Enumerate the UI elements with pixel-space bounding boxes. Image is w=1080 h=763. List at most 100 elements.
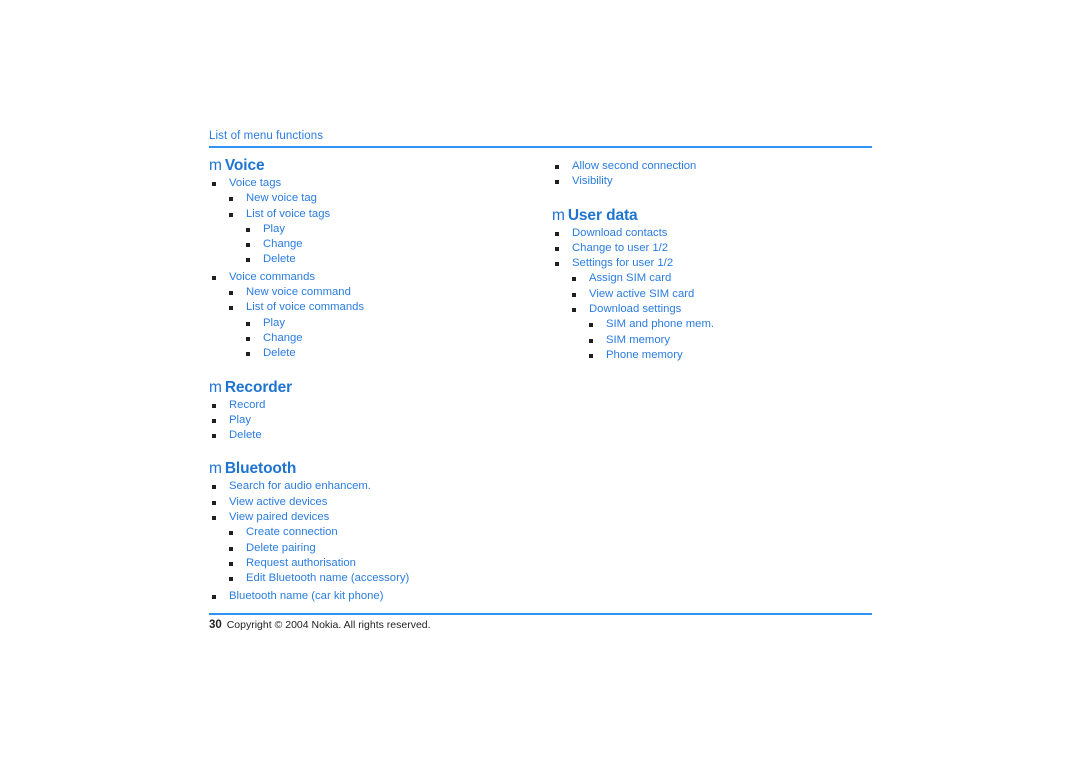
menu-list-level-3: Play Change Delete bbox=[209, 222, 549, 268]
menu-list-level-3: Play Change Delete bbox=[209, 316, 549, 362]
menu-item[interactable]: Voice tags bbox=[209, 176, 549, 191]
menu-item-label: Delete bbox=[263, 347, 296, 360]
menu-item-label: Play bbox=[263, 316, 285, 329]
square-bullet-icon bbox=[246, 258, 250, 263]
square-bullet-icon bbox=[212, 594, 216, 599]
square-bullet-icon bbox=[572, 277, 576, 282]
menu-list-level-1: Download contacts Change to user 1/2 Setti… bbox=[552, 226, 892, 272]
menu-item-label: New voice command bbox=[246, 286, 351, 299]
menu-item-label: Change bbox=[263, 238, 303, 251]
section-heading-label: User data bbox=[567, 206, 638, 224]
menu-item[interactable]: View active SIM card bbox=[552, 287, 892, 302]
menu-item-label: Allow second connection bbox=[572, 160, 697, 172]
menu-list-level-2: Create connection Delete pairing Request a… bbox=[209, 525, 549, 586]
menu-list-level-3: SIM and phone mem. SIM memory Phone memory bbox=[552, 317, 892, 363]
menu-item-label: Change to user 1/2 bbox=[572, 241, 669, 254]
menu-item[interactable]: Settings for user 1/2 bbox=[552, 256, 892, 271]
square-bullet-icon bbox=[589, 353, 593, 358]
square-bullet-icon bbox=[229, 212, 233, 217]
menu-list-level-1: Record Play Delete bbox=[209, 398, 549, 444]
menu-glyph-icon: m bbox=[209, 460, 222, 478]
menu-item[interactable]: Delete bbox=[209, 428, 549, 443]
right-column: Allow second connection Visibility m User d… bbox=[552, 157, 892, 363]
menu-item-label: SIM and phone mem. bbox=[606, 318, 715, 331]
menu-item[interactable]: Request authorisation bbox=[209, 556, 549, 571]
menu-item[interactable]: Change bbox=[209, 237, 549, 252]
menu-item[interactable]: Create connection bbox=[209, 525, 549, 540]
menu-item[interactable]: Search for audio enhancem. bbox=[209, 479, 549, 494]
menu-list-level-1: Allow second connection Visibility bbox=[552, 159, 892, 190]
footer-rule bbox=[209, 613, 872, 615]
menu-item[interactable]: Voice commands bbox=[209, 270, 549, 285]
menu-item[interactable]: Record bbox=[209, 398, 549, 413]
section-heading: m Bluetooth bbox=[209, 460, 549, 477]
continued-menu-section: Allow second connection Visibility bbox=[552, 159, 892, 190]
menu-item-label: Search for audio enhancem. bbox=[229, 480, 371, 493]
section-heading: m User data bbox=[552, 207, 892, 224]
menu-item[interactable]: List of voice tags bbox=[209, 207, 549, 222]
menu-item[interactable]: Phone memory bbox=[552, 348, 892, 363]
square-bullet-icon bbox=[246, 336, 250, 341]
square-bullet-icon bbox=[246, 227, 250, 232]
square-bullet-icon bbox=[555, 246, 559, 251]
square-bullet-icon bbox=[555, 231, 559, 236]
menu-item-label: List of voice commands bbox=[246, 301, 365, 314]
copyright-notice: Copyright © 2004 Nokia. All rights reser… bbox=[226, 619, 431, 631]
menu-item[interactable]: List of voice commands bbox=[209, 300, 549, 315]
menu-item-label: Play bbox=[263, 222, 285, 235]
menu-item-label: Delete bbox=[229, 429, 262, 442]
menu-item-label: Phone memory bbox=[606, 348, 683, 361]
menu-item-label: SIM memory bbox=[606, 333, 671, 346]
menu-item[interactable]: Download settings bbox=[552, 302, 892, 317]
square-bullet-icon bbox=[572, 308, 576, 313]
menu-item[interactable]: New voice tag bbox=[209, 191, 549, 206]
menu-item[interactable]: Bluetooth name (car kit phone) bbox=[209, 589, 549, 604]
square-bullet-icon bbox=[212, 516, 216, 521]
menu-glyph-icon: m bbox=[552, 206, 565, 224]
menu-item[interactable]: Visibility bbox=[552, 174, 892, 189]
menu-item[interactable]: Play bbox=[209, 316, 549, 331]
menu-item[interactable]: Delete bbox=[209, 252, 549, 267]
square-bullet-icon bbox=[212, 500, 216, 505]
menu-glyph-icon: m bbox=[209, 157, 222, 174]
menu-item[interactable]: New voice command bbox=[209, 285, 549, 300]
menu-item[interactable]: Delete bbox=[209, 346, 549, 361]
square-bullet-icon bbox=[229, 561, 233, 566]
menu-item-label: View paired devices bbox=[229, 511, 330, 524]
menu-item[interactable]: Delete pairing bbox=[209, 541, 549, 556]
square-bullet-icon bbox=[555, 180, 559, 185]
menu-item-label: Play bbox=[229, 413, 251, 426]
menu-item[interactable]: Play bbox=[209, 222, 549, 237]
menu-item[interactable]: SIM and phone mem. bbox=[552, 317, 892, 332]
menu-item[interactable]: SIM memory bbox=[552, 333, 892, 348]
menu-item-label: Delete pairing bbox=[246, 541, 316, 554]
header-rule bbox=[209, 146, 872, 148]
square-bullet-icon bbox=[589, 323, 593, 328]
menu-item[interactable]: Change bbox=[209, 331, 549, 346]
square-bullet-icon bbox=[229, 531, 233, 536]
square-bullet-icon bbox=[229, 197, 233, 202]
menu-item[interactable]: Change to user 1/2 bbox=[552, 241, 892, 256]
menu-item[interactable]: Play bbox=[209, 413, 549, 428]
square-bullet-icon bbox=[229, 306, 233, 311]
section-heading-label: Voice bbox=[224, 157, 265, 174]
menu-section: m Bluetooth Search for audio enhancem. View… bbox=[209, 460, 549, 603]
menu-item-label: View active devices bbox=[229, 495, 328, 508]
menu-item[interactable]: Assign SIM card bbox=[552, 271, 892, 286]
menu-list-level-1: Search for audio enhancem. View active de… bbox=[209, 479, 549, 525]
square-bullet-icon bbox=[246, 243, 250, 248]
menu-item-label: Create connection bbox=[246, 526, 338, 539]
menu-list-level-2: Assign SIM card View active SIM card Downl… bbox=[552, 271, 892, 317]
square-bullet-icon bbox=[212, 275, 216, 280]
menu-item[interactable]: Allow second connection bbox=[552, 159, 892, 174]
menu-item[interactable]: Edit Bluetooth name (accessory) bbox=[209, 571, 549, 586]
menu-item-label: List of voice tags bbox=[246, 207, 331, 220]
menu-item-label: Voice commands bbox=[229, 270, 316, 283]
menu-item-label: View active SIM card bbox=[589, 287, 695, 300]
menu-item-label: Assign SIM card bbox=[589, 272, 672, 285]
menu-item-label: Record bbox=[229, 398, 266, 411]
menu-item[interactable]: View active devices bbox=[209, 495, 549, 510]
square-bullet-icon bbox=[246, 352, 250, 357]
menu-item[interactable]: View paired devices bbox=[209, 510, 549, 525]
menu-item[interactable]: Download contacts bbox=[552, 226, 892, 241]
